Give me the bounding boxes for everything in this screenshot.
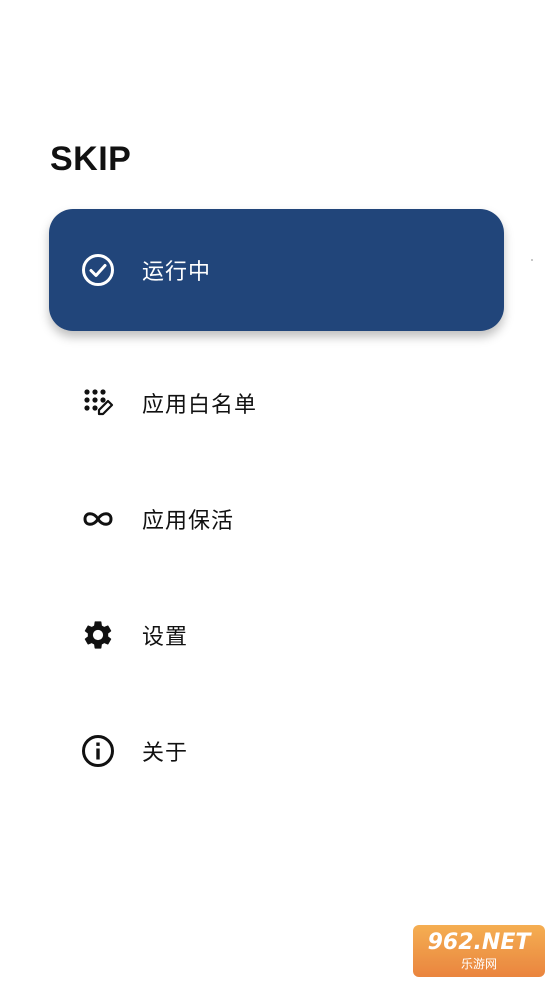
nav-item-label: 应用白名单 xyxy=(142,393,258,418)
nav-item-whitelist[interactable]: 应用白名单 xyxy=(49,345,504,461)
scroll-indicator-dot xyxy=(531,259,533,261)
nav-item-settings[interactable]: 设置 xyxy=(49,577,504,693)
nav-item-about[interactable]: 关于 xyxy=(49,693,504,809)
nav-item-label: 关于 xyxy=(142,741,189,766)
app-title: SKIP xyxy=(50,140,132,178)
check-circle-icon xyxy=(78,250,118,290)
nav-item-label: 运行中 xyxy=(142,260,212,285)
watermark-logo: 962.NET 乐游网 xyxy=(413,925,545,977)
nav-item-running[interactable]: 运行中 xyxy=(49,209,504,331)
nav-item-label: 应用保活 xyxy=(142,509,235,534)
nav-item-keepalive[interactable]: 应用保活 xyxy=(49,461,504,577)
app-screen: SKIP 运行中 应用白名单 应用保活 设置 关于 962.NET 乐游网 xyxy=(0,0,553,983)
infinity-icon xyxy=(78,499,118,539)
info-icon xyxy=(78,731,118,771)
watermark-text-top: 962.NET xyxy=(427,930,531,955)
nav-list: 运行中 应用白名单 应用保活 设置 关于 xyxy=(49,209,504,809)
watermark-text-bottom: 乐游网 xyxy=(460,957,497,971)
dots-edit-icon xyxy=(78,383,118,423)
nav-item-label: 设置 xyxy=(142,625,189,650)
gear-icon xyxy=(78,615,118,655)
